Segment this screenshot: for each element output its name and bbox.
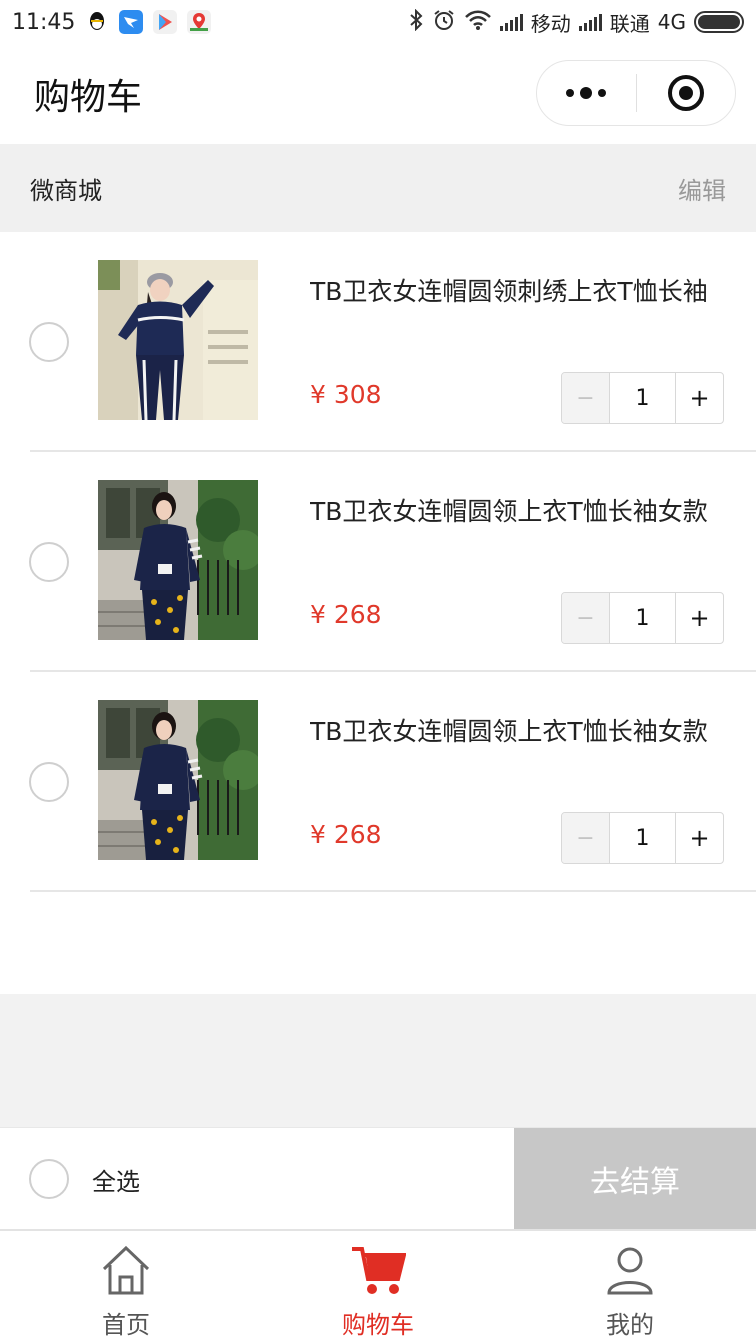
checkout-button[interactable]: 去结算: [514, 1128, 756, 1229]
decrease-button[interactable]: −: [562, 373, 610, 423]
more-button[interactable]: [537, 61, 636, 125]
page-title: 购物车: [34, 77, 143, 118]
item-select-radio[interactable]: [29, 542, 69, 582]
quantity-stepper: − 1 +: [561, 812, 724, 864]
cart-item: TB卫衣女连帽圆领上衣T恤长袖女款 ¥ 268 − 1 +: [0, 672, 756, 892]
close-target-icon: [667, 75, 704, 111]
increase-button[interactable]: +: [676, 373, 723, 423]
select-all-label[interactable]: 全选: [92, 1162, 140, 1197]
product-price: ¥ 308: [310, 380, 382, 409]
select-all-radio[interactable]: [29, 1159, 69, 1199]
play-store-icon: [153, 10, 178, 34]
tab-bar: 首页 购物车 我的: [0, 1229, 756, 1344]
maps-icon: [187, 10, 212, 34]
user-icon: [603, 1243, 657, 1301]
home-icon: [99, 1243, 153, 1301]
quantity-stepper: − 1 +: [561, 592, 724, 644]
item-select-radio[interactable]: [29, 322, 69, 362]
product-title[interactable]: TB卫衣女连帽圆领刺绣上衣T恤长袖: [310, 272, 740, 308]
quantity-value[interactable]: 1: [610, 813, 676, 863]
tab-profile[interactable]: 我的: [504, 1231, 756, 1344]
cart-item: TB卫衣女连帽圆领上衣T恤长袖女款 ¥ 268 − 1 +: [0, 452, 756, 672]
shop-header: 微商城 编辑: [0, 144, 756, 232]
dingtalk-icon: [119, 10, 144, 34]
edit-button[interactable]: 编辑: [678, 171, 726, 206]
alarm-icon: [432, 8, 456, 37]
product-price: ¥ 268: [310, 600, 382, 629]
quantity-stepper: − 1 +: [561, 372, 724, 424]
battery-icon: [694, 11, 744, 33]
product-title[interactable]: TB卫衣女连帽圆领上衣T恤长袖女款: [310, 492, 740, 528]
wifi-icon: [464, 9, 492, 36]
decrease-button[interactable]: −: [562, 593, 610, 643]
carrier-1: 移动: [530, 11, 571, 36]
bluetooth-icon: [408, 8, 424, 36]
status-bar: 11:45 移动 联通 4G: [0, 0, 756, 44]
tab-label: 首页: [102, 1311, 150, 1339]
product-image[interactable]: [98, 260, 258, 420]
product-title[interactable]: TB卫衣女连帽圆领上衣T恤长袖女款: [310, 712, 740, 748]
product-image[interactable]: [98, 700, 258, 860]
cart-item: TB卫衣女连帽圆领刺绣上衣T恤长袖 ¥ 308 − 1 +: [0, 232, 756, 452]
quantity-value[interactable]: 1: [610, 373, 676, 423]
qq-icon: [85, 10, 109, 34]
network-type: 4G: [657, 10, 686, 34]
item-select-radio[interactable]: [29, 762, 69, 802]
product-image[interactable]: [98, 480, 258, 640]
cart-list: TB卫衣女连帽圆领刺绣上衣T恤长袖 ¥ 308 − 1 + TB卫衣女连帽圆领上…: [0, 232, 756, 994]
mini-program-capsule: [536, 60, 736, 126]
close-button[interactable]: [637, 61, 736, 125]
tab-label: 购物车: [342, 1311, 414, 1339]
status-time: 11:45: [12, 9, 76, 35]
increase-button[interactable]: +: [676, 813, 723, 863]
tab-home[interactable]: 首页: [0, 1231, 252, 1344]
more-icon: [566, 87, 607, 99]
quantity-value[interactable]: 1: [610, 593, 676, 643]
shop-name: 微商城: [30, 176, 102, 205]
cart-icon: [350, 1243, 407, 1301]
signal-icon: [499, 13, 523, 31]
carrier-2: 联通: [609, 11, 650, 36]
nav-bar: 购物车: [0, 44, 756, 144]
tab-cart[interactable]: 购物车: [252, 1231, 504, 1344]
signal-icon: [578, 13, 602, 31]
tab-label: 我的: [606, 1311, 654, 1339]
product-price: ¥ 268: [310, 820, 382, 849]
item-divider: [30, 890, 756, 892]
decrease-button[interactable]: −: [562, 813, 610, 863]
increase-button[interactable]: +: [676, 593, 723, 643]
checkout-bar: 全选 去结算: [0, 1127, 756, 1229]
